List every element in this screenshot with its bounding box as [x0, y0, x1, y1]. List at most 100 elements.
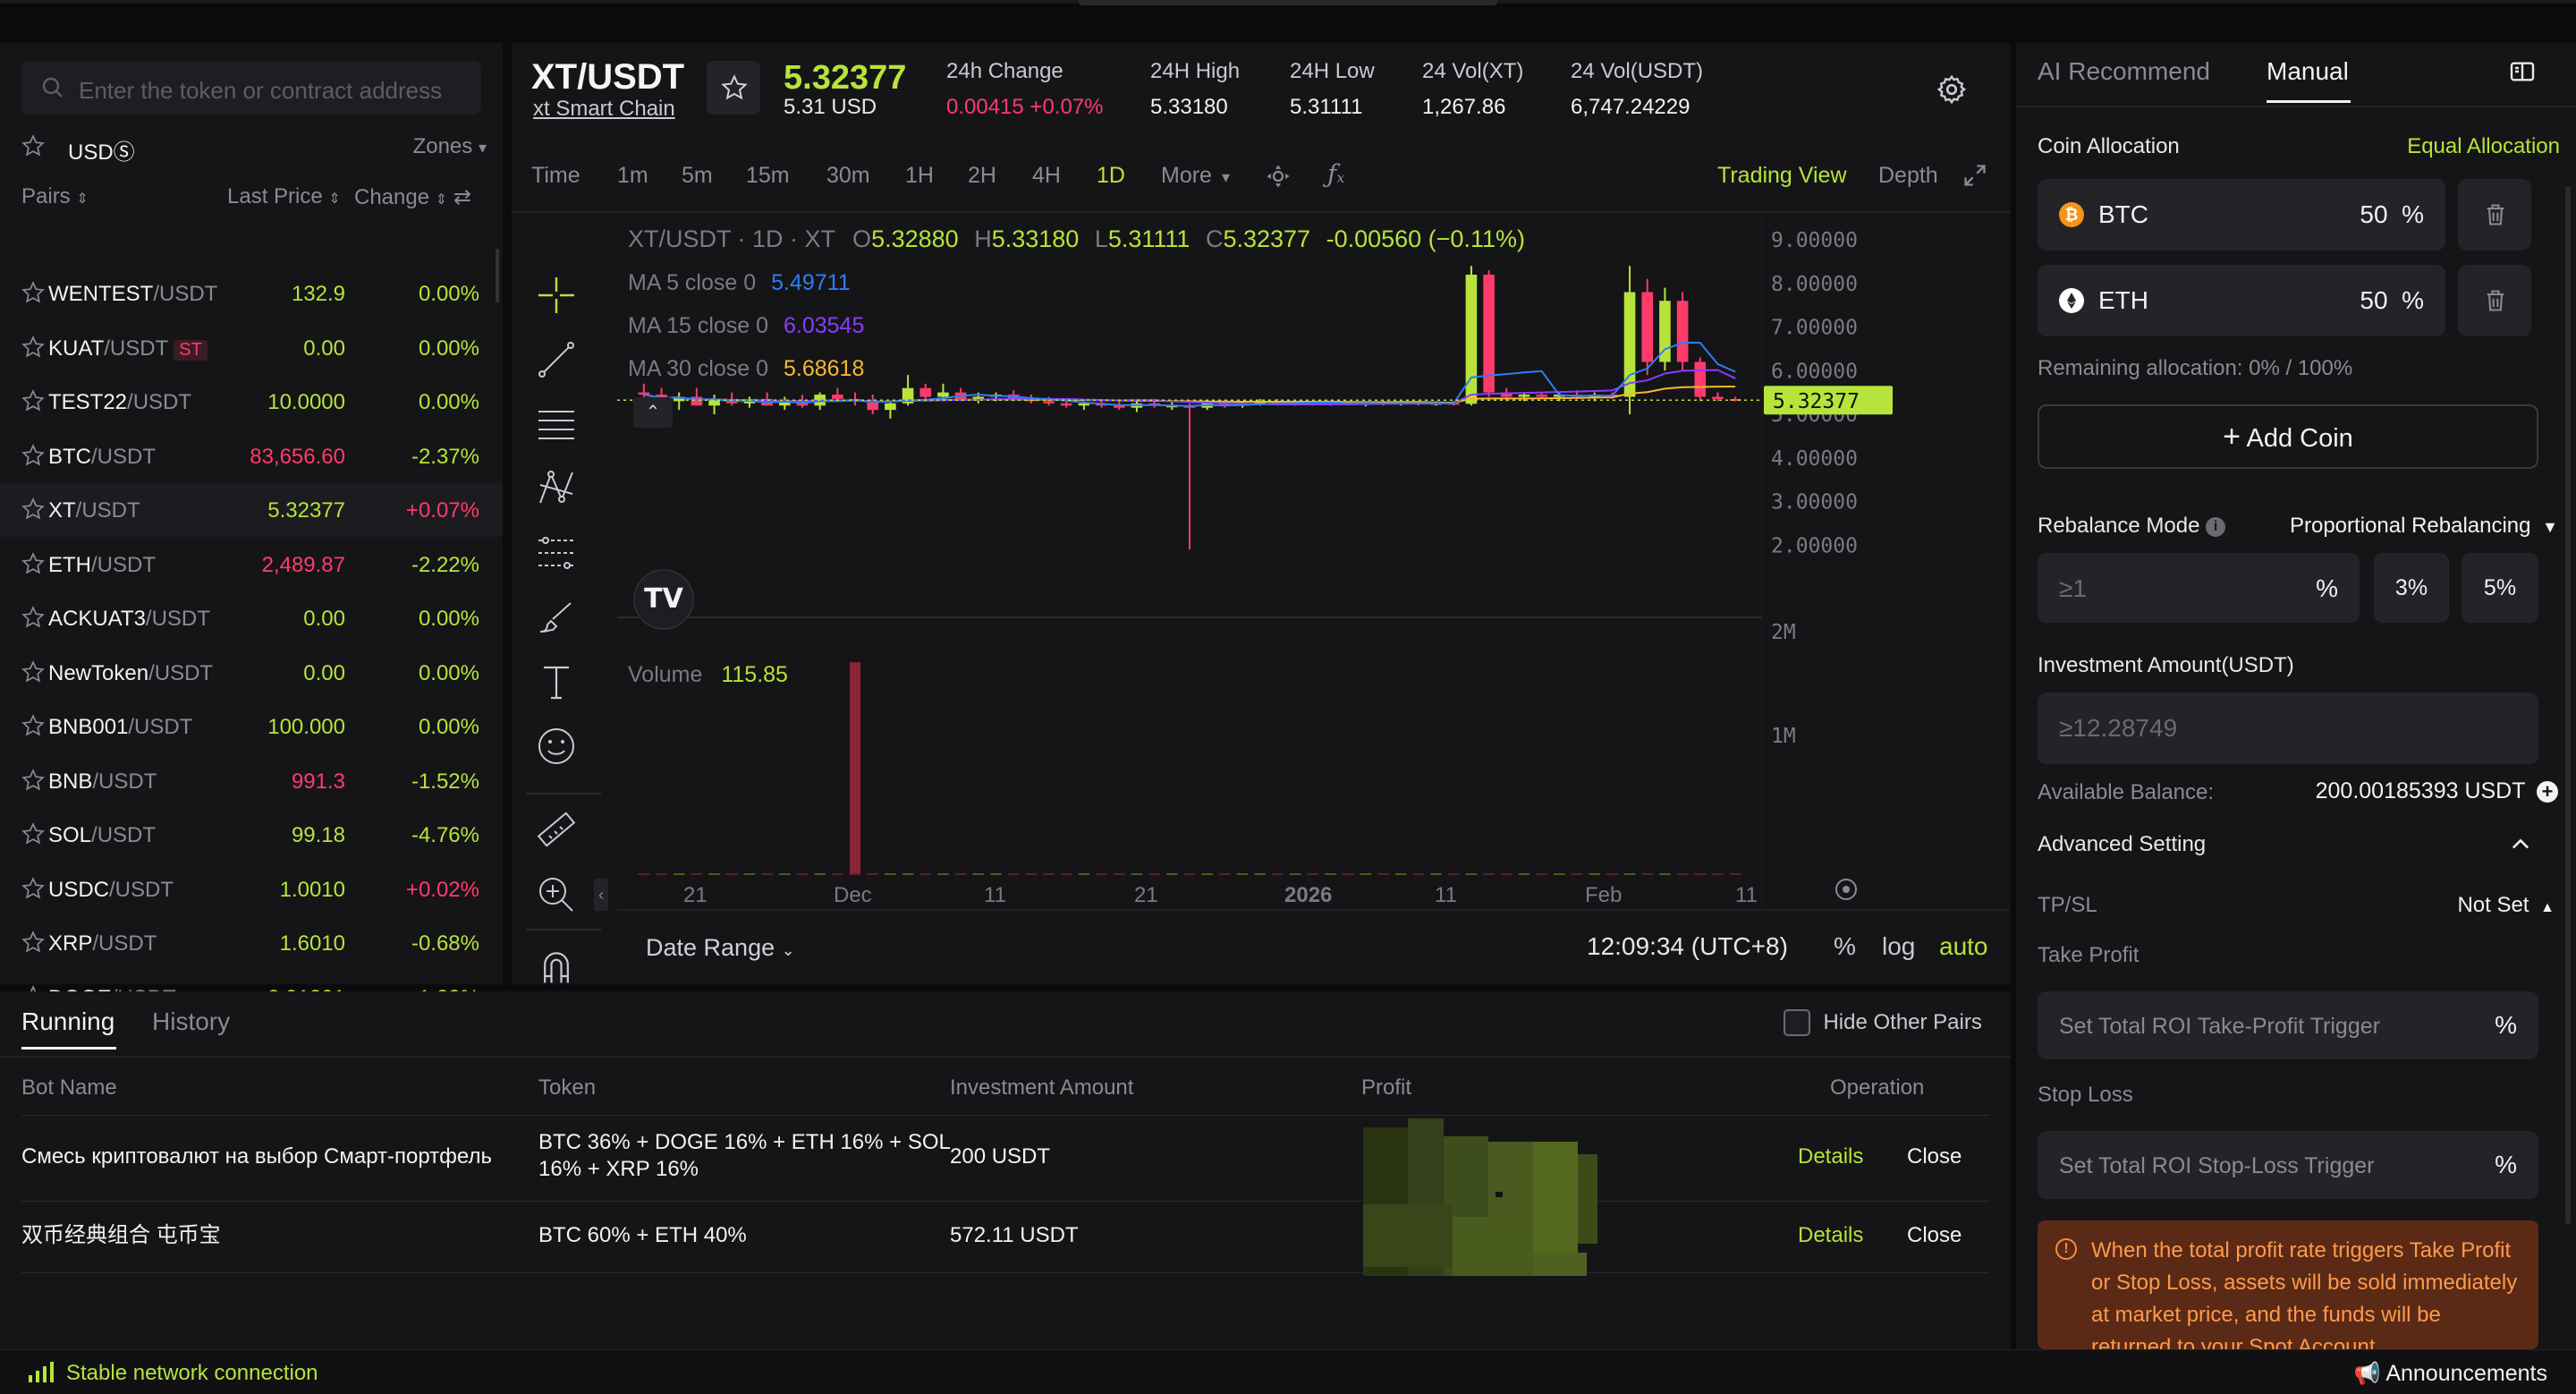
text-tool-icon[interactable] — [535, 660, 578, 703]
market-row[interactable]: SOL/USDT 99.18 -4.76% — [0, 808, 503, 862]
hide-pairs-checkbox[interactable] — [1784, 1009, 1810, 1036]
market-row[interactable]: XRP/USDT 1.6010 -0.68% — [0, 916, 503, 970]
rebalance-mode-dropdown[interactable]: Proportional Rebalancing ▼ — [2290, 514, 2558, 539]
coin-percent-input[interactable]: 50 % — [2360, 200, 2424, 229]
remove-coin-button[interactable] — [2458, 179, 2531, 251]
market-row[interactable]: ETH/USDT 2,489.87 -2.22% — [0, 538, 503, 591]
chevron-up-icon[interactable] — [2508, 832, 2533, 857]
star-icon[interactable] — [21, 876, 45, 900]
star-icon[interactable] — [21, 606, 45, 629]
timeframe-1d[interactable]: 1D — [1097, 163, 1125, 189]
star-icon[interactable] — [21, 134, 45, 157]
market-row[interactable]: WENTEST/USDT 132.9 0.00% — [0, 267, 503, 320]
rebalance-3-button[interactable]: 3% — [2374, 553, 2449, 623]
remove-coin-button[interactable] — [2458, 265, 2531, 336]
list-scrollbar[interactable] — [496, 249, 499, 302]
stop-loss-input[interactable]: Set Total ROI Stop-Loss Trigger % — [2038, 1131, 2538, 1199]
panel-scrollbar[interactable] — [2565, 186, 2571, 1224]
market-row[interactable]: USDC/USDT 1.0010 +0.02% — [0, 863, 503, 916]
advanced-setting-label[interactable]: Advanced Setting — [2038, 832, 2206, 857]
timeframe-4h[interactable]: 4H — [1032, 163, 1061, 189]
timeframe-more[interactable]: More — [1161, 163, 1212, 189]
zones-dropdown[interactable]: Zones ▾ — [413, 134, 487, 159]
star-icon[interactable] — [21, 822, 45, 846]
search-input[interactable]: Enter the token or contract address — [21, 61, 481, 115]
crosshair-icon[interactable] — [535, 274, 578, 317]
investment-input[interactable]: ≥12.28749 — [2038, 693, 2538, 764]
star-icon[interactable] — [21, 551, 45, 575]
timeframe-5m[interactable]: 5m — [682, 163, 713, 189]
rebalance-threshold-input[interactable]: ≥1 % — [2038, 553, 2360, 623]
tab-manual[interactable]: Manual — [2267, 57, 2349, 86]
trend-line-icon[interactable] — [535, 338, 578, 381]
close-button[interactable]: Close — [1907, 1143, 1962, 1170]
hide-pairs-toggle[interactable]: Hide Other Pairs — [1784, 1009, 1982, 1036]
coin-percent-input[interactable]: 50 % — [2360, 286, 2424, 315]
timeframe-1m[interactable]: 1m — [617, 163, 648, 189]
sidebar-toggle-icon[interactable] — [2508, 57, 2537, 86]
horizontal-lines-icon[interactable] — [535, 403, 578, 446]
coin-row-eth[interactable]: ETH 50 % — [2038, 265, 2445, 336]
star-icon[interactable] — [21, 335, 45, 359]
star-icon[interactable] — [21, 281, 45, 304]
tab-running[interactable]: Running — [21, 1007, 114, 1036]
gear-icon[interactable] — [1936, 73, 1968, 106]
ruler-icon[interactable] — [535, 809, 578, 852]
sort-pairs[interactable]: Pairs ⇕ — [21, 184, 89, 209]
fx-icon[interactable]: ƒx — [1327, 159, 1344, 189]
tpsl-dropdown[interactable]: Not Set ▲ — [2457, 893, 2555, 918]
market-row[interactable]: KUAT/USDT ST 0.00 0.00% — [0, 321, 503, 375]
star-icon[interactable] — [21, 497, 45, 521]
timeframe-1h[interactable]: 1H — [905, 163, 934, 189]
star-icon[interactable] — [21, 659, 45, 684]
star-icon[interactable] — [21, 931, 45, 954]
expand-icon[interactable] — [1962, 163, 1987, 188]
timeframe-2h[interactable]: 2H — [968, 163, 996, 189]
details-button[interactable]: Details — [1798, 1222, 1863, 1249]
market-row[interactable]: NewToken/USDT 0.00 0.00% — [0, 646, 503, 700]
market-row[interactable]: BTC/USDT 83,656.60 -2.37% — [0, 429, 503, 483]
magnet-icon[interactable] — [537, 947, 576, 986]
take-profit-input[interactable]: Set Total ROI Take-Profit Trigger % — [2038, 991, 2538, 1059]
percent-toggle[interactable]: % — [1834, 932, 1856, 961]
depth-tab[interactable]: Depth — [1878, 163, 1938, 189]
pattern-icon[interactable] — [535, 467, 578, 510]
market-row[interactable]: TEST22/USDT 10.0000 0.00% — [0, 375, 503, 429]
timeframe-30m[interactable]: 30m — [826, 163, 870, 189]
announcements-button[interactable]: 📢 Announcements — [2354, 1361, 2547, 1387]
trading-view-tab[interactable]: Trading View — [1717, 163, 1847, 189]
log-toggle[interactable]: log — [1882, 932, 1915, 961]
market-row[interactable]: XT/USDT 5.32377 +0.07% — [0, 483, 503, 537]
details-button[interactable]: Details — [1798, 1143, 1863, 1170]
market-row[interactable]: BNB/USDT 991.3 -1.52% — [0, 754, 503, 808]
add-funds-icon[interactable]: + — [2537, 781, 2558, 803]
sort-last-price[interactable]: Last Price ⇕ — [227, 184, 341, 209]
star-icon[interactable] — [21, 443, 45, 467]
brush-icon[interactable] — [535, 596, 578, 639]
chain-link[interactable]: xt Smart Chain — [533, 97, 675, 122]
coin-row-btc[interactable]: ₿ BTC 50 % — [2038, 179, 2445, 251]
add-coin-button[interactable]: + Add Coin — [2038, 404, 2538, 469]
indicator-icon[interactable] — [1265, 163, 1292, 190]
star-icon[interactable] — [21, 768, 45, 792]
date-range-button[interactable]: Date Range ⌄ — [646, 934, 795, 962]
timeframe-15m[interactable]: 15m — [746, 163, 790, 189]
close-button[interactable]: Close — [1907, 1222, 1962, 1249]
market-row[interactable]: BNB001/USDT 100.000 0.00% — [0, 700, 503, 753]
market-row[interactable]: ACKUAT3/USDT 0.00 0.00% — [0, 591, 503, 645]
rebalance-5-button[interactable]: 5% — [2462, 553, 2538, 623]
equal-allocation-link[interactable]: Equal Allocation — [2407, 134, 2560, 159]
quote-selector[interactable]: USDⓈ — [68, 134, 135, 166]
tab-history[interactable]: History — [152, 1007, 230, 1036]
tab-ai-recommend[interactable]: AI Recommend — [2038, 57, 2210, 86]
favorite-button[interactable] — [707, 61, 760, 115]
star-icon[interactable] — [21, 714, 45, 737]
collapse-toolbar-button[interactable]: ‹ — [594, 879, 608, 911]
collapse-legend-button[interactable]: ⌃ — [633, 397, 673, 428]
auto-toggle[interactable]: auto — [1939, 932, 1988, 961]
info-icon[interactable]: i — [2206, 516, 2226, 537]
sort-change[interactable]: Change ⇕ ⇄ — [354, 184, 471, 210]
zoom-in-icon[interactable] — [535, 873, 578, 916]
fib-icon[interactable] — [535, 531, 578, 574]
star-icon[interactable] — [21, 389, 45, 412]
